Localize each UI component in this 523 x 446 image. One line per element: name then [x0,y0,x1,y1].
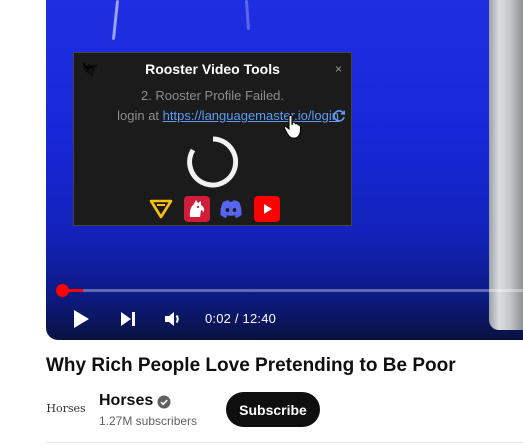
verified-icon [157,395,171,409]
loading-spinner-icon [187,136,239,188]
channel-avatar[interactable]: Horses [46,393,86,423]
play-button[interactable] [68,304,94,334]
time-display: 0:02 / 12:40 [205,311,277,326]
rooster-popup: Rooster Video Tools × 2. Rooster Profile… [73,52,352,226]
close-icon[interactable]: × [335,62,342,76]
play-icon [74,310,89,328]
player-controls: 0:02 / 12:40 [46,304,523,334]
languagemaster-link[interactable] [148,196,174,222]
rooster-app-link[interactable] [184,196,210,222]
video-frame-highlight [111,0,120,41]
discord-link[interactable] [218,196,244,222]
video-frame-highlight [244,0,251,31]
login-prefix: login at [117,108,163,123]
subscriber-count: 1.27M subscribers [99,414,198,428]
progress-scrubber[interactable] [56,284,69,297]
refresh-icon[interactable] [332,109,346,123]
divider [46,442,523,443]
channel-name[interactable]: Horses [99,392,153,410]
video-frame-person [489,0,523,330]
discord-icon [220,200,242,218]
popup-title: Rooster Video Tools [145,61,280,77]
subscribe-button[interactable]: Subscribe [226,392,320,427]
next-icon [121,312,135,326]
rooster-app-icon [189,200,205,217]
social-links [148,196,280,222]
login-link[interactable]: https://languagemaster.io/login [163,108,339,123]
popup-header: Rooster Video Tools × [74,53,351,85]
hand-cursor-icon [283,114,302,139]
languagemaster-icon [149,199,173,219]
status-message: 2. Rooster Profile Failed. [140,88,285,103]
volume-icon [165,312,179,326]
progress-bar[interactable] [56,284,523,297]
volume-button[interactable] [162,304,184,334]
video-title[interactable]: Why Rich People Love Pretending to Be Po… [46,355,456,377]
youtube-icon [264,204,272,214]
youtube-link[interactable] [254,196,280,222]
next-button[interactable] [116,304,140,334]
